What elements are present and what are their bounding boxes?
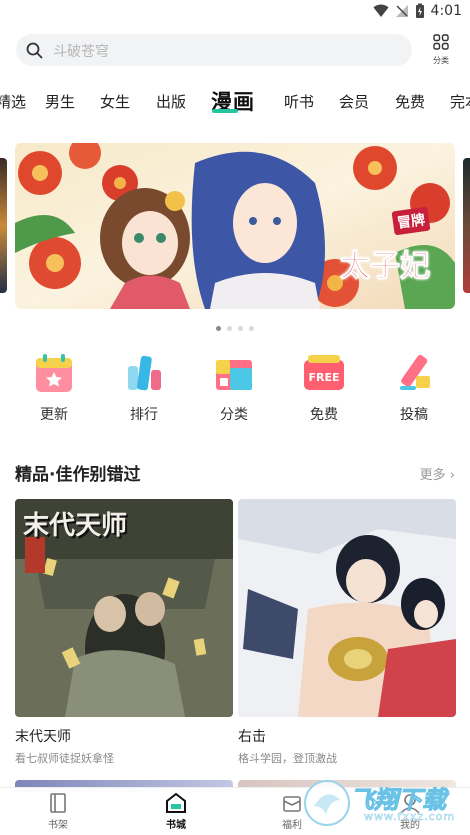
quick-links: 更新 排行 分类 FREE 免费 投稿	[0, 352, 470, 432]
battery-charging-icon	[415, 3, 424, 18]
nav-rewards[interactable]: 福利	[262, 792, 322, 831]
tab-finished[interactable]: 完本	[450, 91, 470, 112]
quick-link-label: 投稿	[400, 407, 428, 423]
free-icon: FREE	[304, 355, 344, 390]
banner-title: 太子妃	[340, 249, 431, 285]
next-banner-peek[interactable]	[463, 158, 470, 293]
nav-label: 书架	[48, 820, 68, 831]
tab-audiobooks[interactable]: 听书	[284, 91, 314, 112]
carousel-dot-4	[249, 326, 254, 331]
category-label: 分类	[433, 56, 449, 65]
comic-cover: 末代天师	[15, 499, 233, 717]
banner-stamp: 冒牌	[391, 206, 431, 236]
gift-icon	[283, 796, 301, 812]
quick-link-ranking[interactable]: 排行	[104, 352, 184, 424]
tab-vip[interactable]: 会员	[339, 91, 369, 112]
banner-carousel[interactable]: 冒牌 太子妃	[15, 143, 455, 309]
nav-bookshelf[interactable]: 书架	[28, 792, 88, 831]
carousel-dot-2	[227, 326, 232, 331]
quick-link-label: 免费	[310, 407, 338, 423]
quick-link-label: 更新	[40, 407, 68, 423]
quick-link-free[interactable]: FREE 免费	[284, 352, 364, 424]
comic-subtitle: 看七叔师徒捉妖拿怪	[15, 752, 114, 765]
grid-icon	[433, 34, 449, 50]
carousel-dot-1	[216, 326, 221, 331]
quick-link-label: 分类	[220, 407, 248, 423]
comic-title: 末代天师	[15, 729, 71, 745]
more-link[interactable]: 更多 ›	[420, 464, 455, 483]
bookshelf-icon	[50, 793, 66, 813]
nav-profile[interactable]: 我的	[380, 792, 440, 831]
search-input[interactable]: 斗破苍穹	[16, 34, 412, 66]
category-icon	[216, 360, 252, 390]
tab-free[interactable]: 免费	[395, 91, 425, 112]
status-bar: 4:01	[0, 0, 470, 26]
prev-banner-peek[interactable]	[0, 158, 7, 293]
calendar-icon	[36, 354, 72, 392]
nav-label: 书城	[166, 820, 186, 831]
submit-icon	[400, 354, 430, 390]
quick-link-submit[interactable]: 投稿	[374, 352, 454, 424]
comic-card[interactable]: 右击 格斗学园，登顶激战	[238, 499, 456, 766]
channel-tabs: 精选 男生 女生 出版 漫画 听书 会员 免费 完本	[0, 86, 470, 116]
tab-male[interactable]: 男生	[45, 91, 75, 112]
nav-label: 福利	[282, 820, 302, 831]
no-signal-icon	[395, 5, 408, 17]
wifi-icon	[373, 4, 389, 17]
status-time: 4:01	[430, 3, 462, 19]
category-button[interactable]: 分类	[426, 34, 456, 68]
active-tab-indicator	[212, 109, 238, 113]
quick-link-updates[interactable]: 更新	[14, 352, 94, 424]
svg-text:FREE: FREE	[308, 371, 339, 384]
comic-subtitle: 格斗学园，登顶激战	[238, 752, 337, 765]
search-icon	[26, 42, 43, 59]
bottom-nav: 书架 书城 福利 我的	[0, 787, 470, 835]
quick-link-category[interactable]: 分类	[194, 352, 274, 424]
quick-link-label: 排行	[130, 407, 158, 423]
ranking-icon	[128, 355, 161, 391]
cover-illustration	[238, 499, 456, 717]
nav-bookstore[interactable]: 书城	[146, 792, 206, 831]
comic-card[interactable]: 末代天师 末代天师 看七叔师徒捉妖拿怪	[15, 499, 233, 766]
search-placeholder: 斗破苍穹	[53, 44, 109, 60]
comic-cover	[238, 499, 456, 717]
nav-label: 我的	[400, 820, 420, 831]
tab-female[interactable]: 女生	[100, 91, 130, 112]
search-row: 斗破苍穹 分类	[16, 34, 456, 68]
section-title: 精品·佳作别错过	[15, 465, 141, 485]
carousel-dot-3	[238, 326, 243, 331]
cover-title: 末代天师	[23, 511, 128, 541]
bookstore-icon	[166, 792, 186, 813]
section-header: 精品·佳作别错过 更多 ›	[15, 460, 455, 486]
tab-publish[interactable]: 出版	[156, 91, 186, 112]
tab-featured[interactable]: 精选	[0, 91, 26, 112]
comic-title: 右击	[238, 729, 266, 745]
carousel-indicator	[0, 326, 470, 332]
profile-icon	[400, 794, 420, 814]
